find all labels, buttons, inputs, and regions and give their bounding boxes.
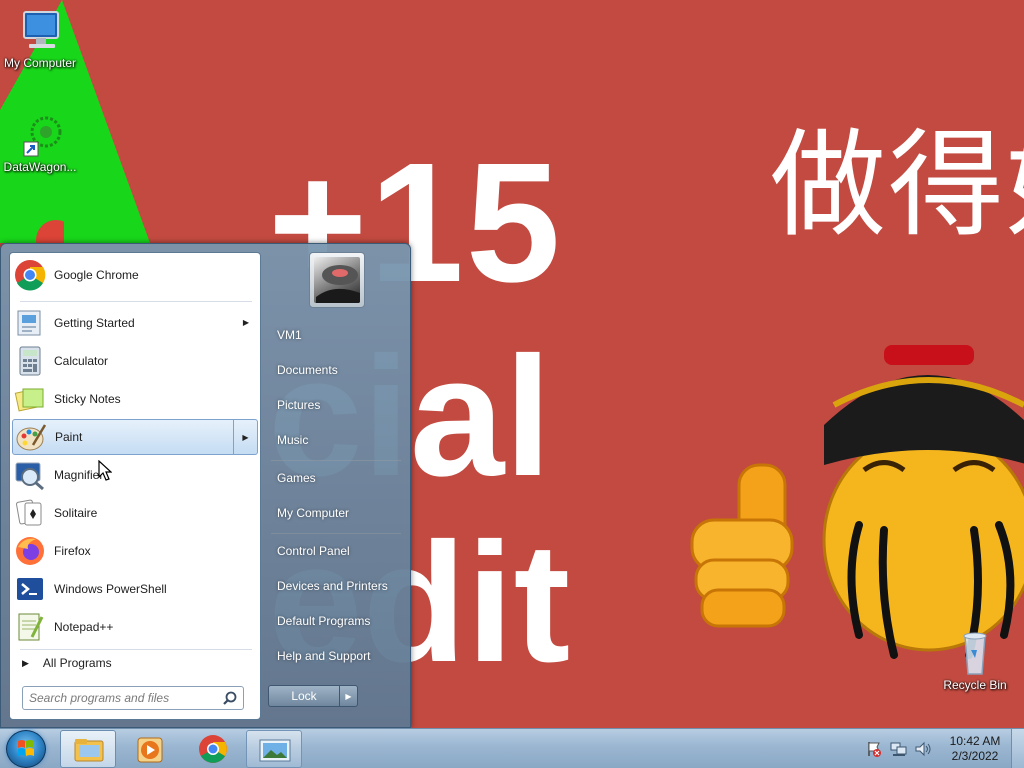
program-label: Firefox [54,544,91,558]
program-item-magnifier[interactable]: Magnifier [12,457,258,493]
program-item-notepad-plus-plus[interactable]: Notepad++ [12,609,258,645]
powershell-icon [14,573,46,605]
calculator-icon [14,345,46,377]
user-avatar[interactable] [309,252,365,308]
program-item-paint[interactable]: Paint ▶ [12,419,258,455]
start-menu: Google Chrome Getting Started ▶ Calculat… [0,243,411,728]
link-my-computer[interactable]: My Computer [267,498,405,528]
search-input[interactable] [29,691,221,705]
link-default-programs[interactable]: Default Programs [267,606,405,636]
search-programs-field[interactable] [22,686,244,710]
program-item-solitaire[interactable]: Solitaire [12,495,258,531]
media-player-icon [137,737,163,763]
picture-viewer-icon [259,739,291,762]
taskbar-chrome-button[interactable] [186,730,242,768]
clock[interactable]: 10:42 AM 2/3/2022 [942,734,1008,764]
link-games[interactable]: Games [267,463,405,493]
program-label: Sticky Notes [54,392,121,406]
desktop-icon-my-computer[interactable]: My Computer [0,8,80,70]
program-label: Paint [55,430,83,444]
link-user-folder[interactable]: VM1 [267,320,405,350]
taskbar-picture-viewer-button[interactable] [246,730,302,768]
chrome-icon [14,259,46,291]
desktop-icon-recycle-bin[interactable]: Recycle Bin [935,630,1015,692]
search-icon[interactable] [223,691,237,705]
volume-icon[interactable] [914,740,932,761]
clock-time: 10:42 AM [949,734,1001,748]
program-item-firefox[interactable]: Firefox [12,533,258,569]
separator [20,301,252,302]
program-label: Solitaire [54,506,98,520]
link-devices-and-printers[interactable]: Devices and Printers [267,571,405,601]
program-label: Magnifier [54,468,104,482]
magnifier-icon [14,459,46,491]
computer-icon [16,8,64,54]
avatar-image [314,257,360,303]
program-label: Calculator [54,354,109,368]
taskbar-media-player-button[interactable] [124,730,180,768]
program-item-calculator[interactable]: Calculator [12,343,258,379]
clock-date: 2/3/2022 [951,749,999,763]
program-item-google-chrome[interactable]: Google Chrome [12,257,258,293]
program-label: Notepad++ [54,620,114,634]
all-programs-button[interactable]: ▶ All Programs [12,650,258,676]
network-icon[interactable] [890,740,908,761]
shutdown-options-arrow-icon[interactable]: ▶ [340,685,358,707]
link-pictures[interactable]: Pictures [267,390,405,420]
submenu-arrow-icon[interactable]: ▶ [233,420,257,454]
notepadpp-icon [14,611,46,643]
desktop-icon-label: Recycle Bin [943,678,1007,692]
taskbar-explorer-button[interactable] [60,730,116,768]
recycle-bin-icon [951,630,999,676]
all-programs-label: All Programs [42,656,112,670]
windows-logo-icon [18,740,34,756]
desktop-icon-datawagon[interactable]: DataWagon... [0,112,80,174]
solitaire-icon [14,497,46,529]
link-control-panel[interactable]: Control Panel [267,536,405,566]
separator [271,533,401,534]
explorer-icon [74,739,104,762]
submenu-arrow-icon[interactable]: ▶ [234,305,258,339]
getting-started-icon [14,307,46,339]
link-help-and-support[interactable]: Help and Support [267,641,405,671]
desktop-icon-label: My Computer [3,56,77,70]
sticky-notes-icon [14,383,46,415]
program-label: Google Chrome [54,268,139,282]
start-menu-links-pane: VM1 Documents Pictures Music Games My Co… [261,244,411,728]
program-label: Getting Started [54,316,135,330]
chrome-icon [199,735,227,763]
start-button[interactable] [6,730,46,768]
paint-icon [15,421,47,453]
program-item-getting-started[interactable]: Getting Started ▶ [12,305,258,341]
action-center-flag-icon[interactable] [866,740,882,761]
wallpaper-chinese-text: 做得好 [770,118,1024,253]
link-documents[interactable]: Documents [267,355,405,385]
program-item-windows-powershell[interactable]: Windows PowerShell [12,571,258,607]
datawagon-icon [16,112,64,158]
program-label: Windows PowerShell [54,582,167,596]
program-item-sticky-notes[interactable]: Sticky Notes [12,381,258,417]
mouse-cursor-icon [98,460,112,481]
lock-button[interactable]: Lock [268,685,340,707]
start-menu-programs-pane: Google Chrome Getting Started ▶ Calculat… [9,252,261,720]
thumbs-up-shape [690,463,794,628]
play-arrow-icon: ▶ [22,657,29,668]
show-desktop-button[interactable] [1011,729,1024,768]
separator [271,460,401,461]
system-tray: 10:42 AM 2/3/2022 [862,729,1024,768]
taskbar: 10:42 AM 2/3/2022 [0,728,1024,768]
firefox-icon [14,535,46,567]
link-music[interactable]: Music [267,425,405,455]
desktop-icon-label: DataWagon... [3,160,77,174]
